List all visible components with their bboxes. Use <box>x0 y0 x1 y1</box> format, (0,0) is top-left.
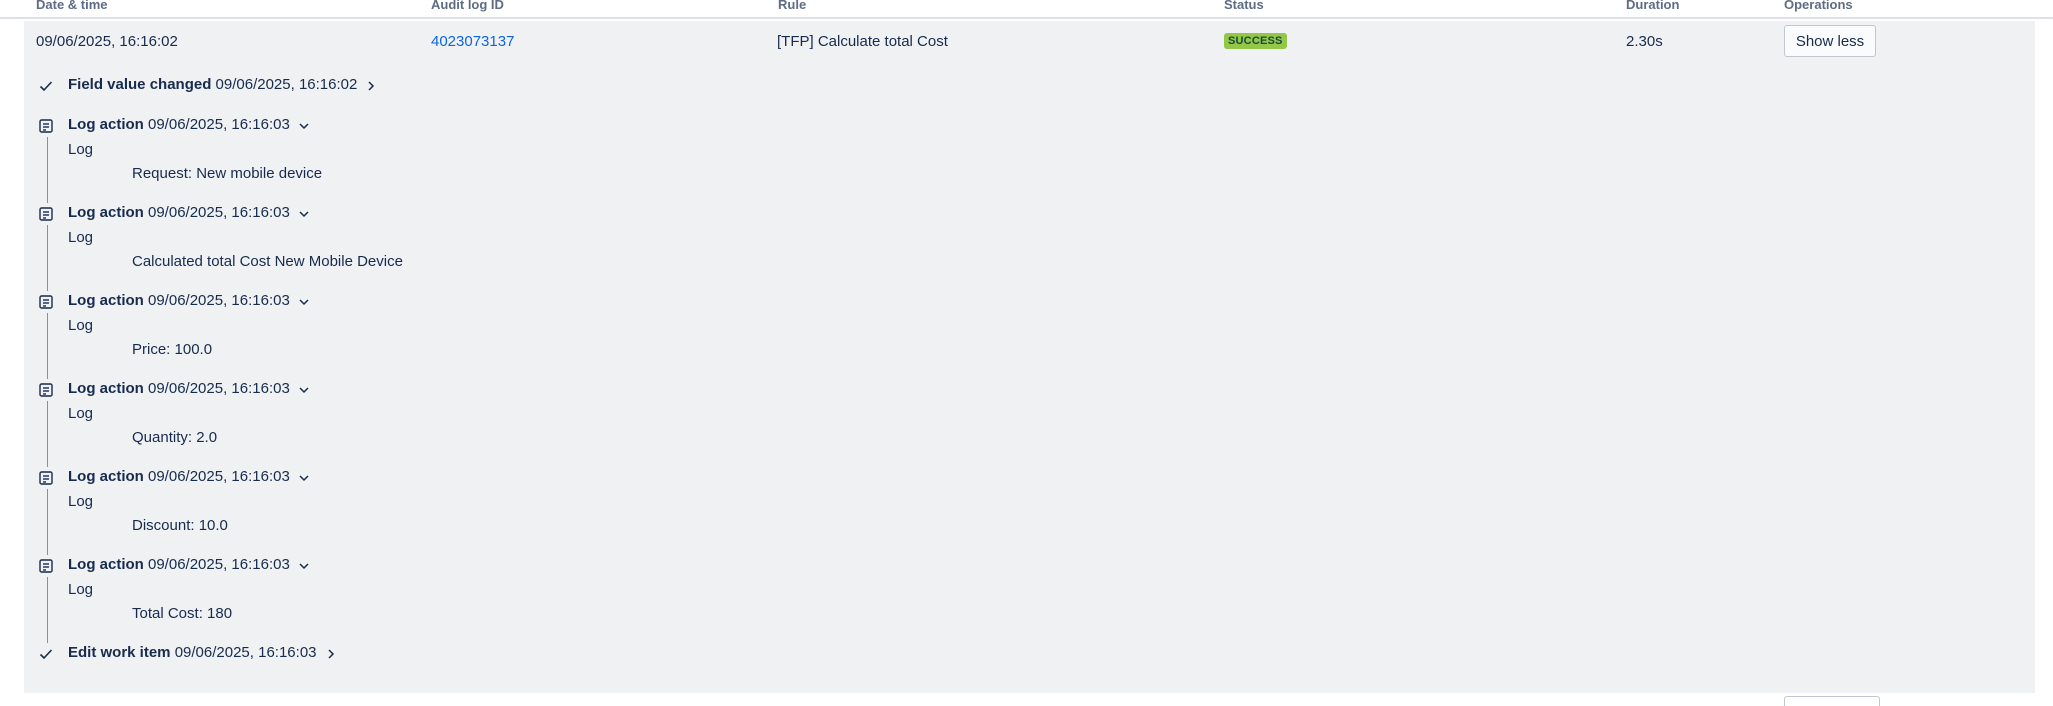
row-rule: [TFP] Calculate total Cost <box>777 33 948 50</box>
chevron-right-icon[interactable] <box>365 79 377 91</box>
timeline-connector <box>47 313 48 379</box>
event-title[interactable]: Log action 09/06/2025, 16:16:03 <box>68 380 310 397</box>
check-icon <box>38 646 54 662</box>
event-name: Field value changed <box>68 76 212 93</box>
next-row-operations-button[interactable] <box>1784 696 1880 706</box>
event-name: Log action <box>68 204 144 221</box>
column-header-operations: Operations <box>1784 0 1853 12</box>
chevron-down-icon[interactable] <box>298 559 310 571</box>
log-message: Quantity: 2.0 <box>132 429 218 446</box>
chevron-down-icon[interactable] <box>298 295 310 307</box>
timeline-connector <box>47 225 48 291</box>
event-time: 09/06/2025, 16:16:03 <box>148 468 290 485</box>
table-row: 09/06/2025, 16:16:02 4023073137 [TFP] Ca… <box>24 21 2035 63</box>
event-name: Log action <box>68 468 144 485</box>
event-title[interactable]: Log action 09/06/2025, 16:16:03 <box>68 292 310 309</box>
column-header-date[interactable]: Date & time <box>36 0 108 12</box>
chevron-down-icon[interactable] <box>298 471 310 483</box>
event-time: 09/06/2025, 16:16:03 <box>148 380 290 397</box>
log-label: Log <box>68 581 94 598</box>
event-time: 09/06/2025, 16:16:03 <box>174 644 317 661</box>
log-message: Request: New mobile device <box>132 165 323 182</box>
log-label: Log <box>68 493 94 510</box>
timeline-connector <box>47 401 48 467</box>
row-date: 09/06/2025, 16:16:02 <box>36 33 178 50</box>
log-icon <box>38 118 54 134</box>
column-header-audit-log-id[interactable]: Audit log ID <box>431 0 504 12</box>
chevron-down-icon[interactable] <box>298 383 310 395</box>
log-label: Log <box>68 141 94 158</box>
check-icon <box>38 78 54 94</box>
chevron-right-icon[interactable] <box>325 647 337 659</box>
event-time: 09/06/2025, 16:16:03 <box>148 116 290 133</box>
timeline-connector <box>47 489 48 555</box>
column-header-rule[interactable]: Rule <box>778 0 806 12</box>
show-less-button[interactable]: Show less <box>1784 25 1876 57</box>
log-icon <box>38 558 54 574</box>
event-name: Log action <box>68 116 144 133</box>
log-message: Total Cost: 180 <box>132 605 233 622</box>
event-title[interactable]: Edit work item 09/06/2025, 16:16:03 <box>68 644 337 661</box>
rule-execution-details: Field value changed 09/06/2025, 16:16:02… <box>24 63 2035 693</box>
log-label: Log <box>68 405 94 422</box>
status-badge: SUCCESS <box>1224 33 1287 49</box>
log-message: Calculated total Cost New Mobile Device <box>132 253 403 270</box>
chevron-down-icon[interactable] <box>298 207 310 219</box>
log-icon <box>38 206 54 222</box>
event-name: Edit work item <box>68 644 171 661</box>
column-header-duration[interactable]: Duration <box>1626 0 1679 12</box>
column-header-status[interactable]: Status <box>1224 0 1264 12</box>
chevron-down-icon[interactable] <box>298 119 310 131</box>
log-icon <box>38 470 54 486</box>
log-message: Discount: 10.0 <box>132 517 228 534</box>
timeline-connector <box>47 137 48 203</box>
event-title[interactable]: Field value changed 09/06/2025, 16:16:02 <box>68 76 377 93</box>
log-message: Price: 100.0 <box>132 341 213 358</box>
event-name: Log action <box>68 556 144 573</box>
log-label: Log <box>68 317 94 334</box>
row-duration: 2.30s <box>1626 33 1663 50</box>
event-time: 09/06/2025, 16:16:02 <box>215 76 358 93</box>
event-title[interactable]: Log action 09/06/2025, 16:16:03 <box>68 556 310 573</box>
log-label: Log <box>68 229 94 246</box>
event-title[interactable]: Log action 09/06/2025, 16:16:03 <box>68 468 310 485</box>
event-title[interactable]: Log action 09/06/2025, 16:16:03 <box>68 204 310 221</box>
table-header: Date & time Audit log ID Rule Status Dur… <box>0 0 2053 19</box>
event-title[interactable]: Log action 09/06/2025, 16:16:03 <box>68 116 310 133</box>
event-time: 09/06/2025, 16:16:03 <box>148 556 290 573</box>
timeline-connector <box>47 577 48 643</box>
log-icon <box>38 294 54 310</box>
event-time: 09/06/2025, 16:16:03 <box>148 204 290 221</box>
event-name: Log action <box>68 292 144 309</box>
log-icon <box>38 382 54 398</box>
event-time: 09/06/2025, 16:16:03 <box>148 292 290 309</box>
audit-log-id-link[interactable]: 4023073137 <box>431 33 514 50</box>
event-name: Log action <box>68 380 144 397</box>
